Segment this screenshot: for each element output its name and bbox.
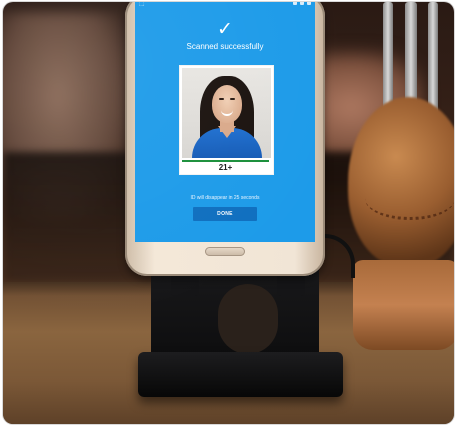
metal-rod <box>405 2 417 107</box>
metal-rod <box>383 2 393 112</box>
home-button[interactable] <box>205 247 245 256</box>
stand-cutout <box>218 284 278 354</box>
status-icons <box>293 2 311 5</box>
vase-stitching <box>365 177 454 220</box>
status-bar: ⬚ <box>135 2 315 8</box>
status-left-icon: ⬚ <box>139 2 145 7</box>
signal-icon <box>300 2 304 5</box>
scan-title: Scanned successfully <box>186 42 264 51</box>
done-button[interactable]: DONE <box>193 207 257 221</box>
battery-icon <box>307 2 311 5</box>
disappear-notice: ID will disappear in 25 seconds <box>190 195 260 201</box>
stand-base <box>138 352 343 397</box>
age-badge: 21+ <box>182 160 269 174</box>
photo-frame: ⬚ ✓ Scanned successfully 21+ ID will dis… <box>3 2 454 424</box>
smartphone: ⬚ ✓ Scanned successfully 21+ ID will dis… <box>125 2 325 276</box>
wifi-icon <box>293 2 297 5</box>
checkmark-icon: ✓ <box>217 19 233 40</box>
id-portrait <box>182 68 271 158</box>
portrait-face <box>212 85 242 123</box>
portrait-eye <box>230 98 235 100</box>
metal-rod <box>428 2 438 117</box>
phone-screen: ⬚ ✓ Scanned successfully 21+ ID will dis… <box>135 2 315 242</box>
vase-base <box>353 260 454 350</box>
id-photo-card: 21+ <box>179 65 274 175</box>
portrait-eye <box>219 98 224 100</box>
